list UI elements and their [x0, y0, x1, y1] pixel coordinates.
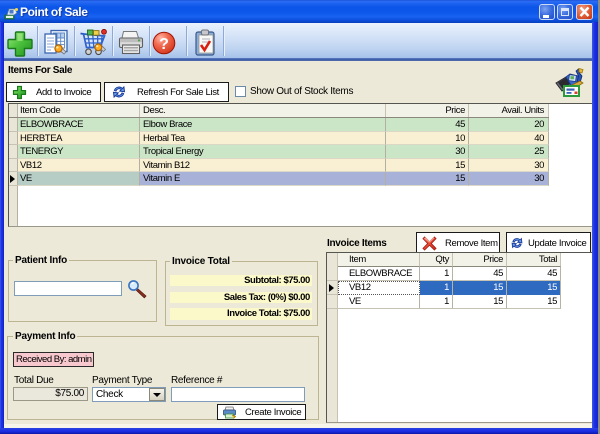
svg-text:?: ? [159, 36, 169, 53]
